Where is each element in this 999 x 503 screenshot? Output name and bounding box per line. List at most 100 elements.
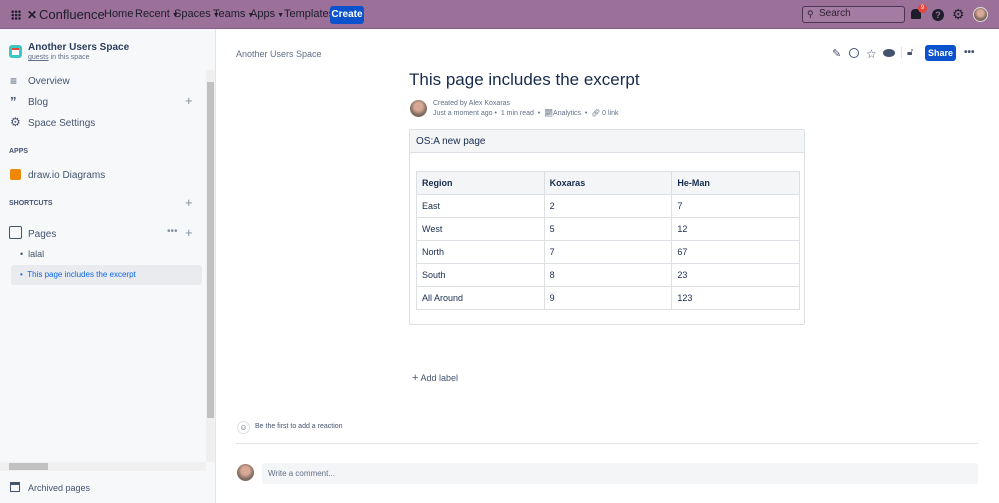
more-actions-icon[interactable]: ••• <box>167 226 178 237</box>
sidebar-item-pages[interactable]: Pages <box>28 229 56 240</box>
restrictions-lock-icon[interactable]: 🔓︎ <box>907 47 919 59</box>
vertical-scrollbar-thumb[interactable] <box>207 82 214 418</box>
page-tree-label: This page includes the excerpt <box>27 270 136 279</box>
sidebar-item-archived-pages[interactable]: Archived pages <box>28 483 90 493</box>
watch-eye-icon[interactable] <box>883 49 895 57</box>
share-button[interactable]: Share <box>925 45 956 61</box>
table-cell: South <box>416 263 545 287</box>
drawio-icon <box>10 169 21 180</box>
table-row: All Around 9 123 <box>416 286 800 310</box>
add-blog-icon[interactable]: + <box>185 93 193 108</box>
add-page-icon[interactable]: + <box>185 225 193 240</box>
table-row: North 7 67 <box>416 240 800 264</box>
add-label-text: Add label <box>420 373 458 383</box>
page-metadata: Just a moment ago • 1 min read • 📈︎Analy… <box>433 110 619 117</box>
overview-icon: ≡ <box>10 74 18 88</box>
nav-label: Templates <box>284 8 335 20</box>
comment-input[interactable]: Write a comment... <box>262 463 978 484</box>
page-tree-item[interactable]: • lalal <box>20 249 44 259</box>
analytics-icon: 📈︎ <box>544 110 554 117</box>
table-cell: 9 <box>543 286 673 310</box>
pages-icon <box>9 226 22 239</box>
table-cell: 7 <box>543 240 673 264</box>
comment-icon[interactable] <box>849 48 859 58</box>
table-cell: All Around <box>416 286 545 310</box>
links-count[interactable]: 0 link <box>602 110 618 117</box>
nav-label: Apps <box>250 8 276 20</box>
data-table: Region Koxaras He-Man East 2 7 West 5 12 North… <box>416 171 800 310</box>
nav-label: Home <box>104 8 134 20</box>
apps-heading: APPS <box>9 148 29 155</box>
author-avatar[interactable] <box>410 100 427 117</box>
space-sidebar: Another Users Space guests in this space… <box>0 29 216 503</box>
table-header-row: Region Koxaras He-Man <box>416 171 800 195</box>
nav-teams[interactable]: Teams ▼ <box>213 0 254 29</box>
add-shortcut-icon[interactable]: + <box>185 195 193 210</box>
add-label-button[interactable]: + Add label <box>412 372 458 384</box>
table-cell: 67 <box>671 240 800 264</box>
table-cell: 5 <box>543 217 673 241</box>
space-name[interactable]: Another Users Space <box>28 42 129 53</box>
nav-label: Teams <box>213 8 246 20</box>
help-icon[interactable]: ? <box>932 9 944 21</box>
table-cell: North <box>416 240 545 264</box>
table-cell: 123 <box>671 286 800 310</box>
app-switcher-icon[interactable] <box>11 10 21 20</box>
table-cell: 2 <box>543 194 673 218</box>
top-navigation-bar: ✕ Confluence Home Recent ▼ Spaces ▼ Teams ▼… <box>0 0 999 29</box>
create-button[interactable]: Create <box>330 6 364 24</box>
more-options-icon[interactable]: ••• <box>964 47 975 58</box>
page-title: This page includes the excerpt <box>409 70 640 89</box>
divider <box>236 443 978 444</box>
nav-label: Spaces <box>174 8 211 20</box>
chevron-down-icon: ▼ <box>277 12 285 19</box>
search-input[interactable]: ⚲ Search <box>802 6 905 23</box>
guests-link[interactable]: guests <box>28 54 49 61</box>
column-header: Koxaras <box>543 171 673 195</box>
table-cell: 12 <box>671 217 800 241</box>
sidebar-item-blog[interactable]: Blog <box>28 97 48 108</box>
reaction-prompt: Be the first to add a reaction <box>255 423 343 430</box>
nav-home[interactable]: Home <box>104 0 133 29</box>
archive-icon <box>10 482 20 492</box>
table-row: West 5 12 <box>416 217 800 241</box>
table-cell: 8 <box>543 263 673 287</box>
page-tree-label: lalal <box>28 249 45 259</box>
analytics-link[interactable]: Analytics <box>553 110 581 117</box>
excerpt-title: OS:A new page <box>410 130 804 153</box>
comment-placeholder: Write a comment... <box>268 469 335 478</box>
star-icon[interactable]: ☆ <box>866 47 878 61</box>
table-cell: 23 <box>671 263 800 287</box>
blog-quote-icon: ” <box>10 94 17 109</box>
sidebar-item-space-settings[interactable]: Space Settings <box>28 118 95 129</box>
breadcrumb[interactable]: Another Users Space <box>236 49 322 59</box>
nav-recent[interactable]: Recent ▼ <box>135 0 179 29</box>
sidebar-item-overview[interactable]: Overview <box>28 76 70 87</box>
commenter-avatar <box>237 464 254 481</box>
edit-pencil-icon[interactable]: ✎ <box>832 47 844 60</box>
plus-icon: + <box>412 372 419 384</box>
space-avatar-icon[interactable] <box>9 45 22 58</box>
nav-templates[interactable]: Templates <box>284 0 334 29</box>
settings-icon[interactable]: ⚙ <box>952 6 965 23</box>
page-tree-item-selected[interactable]: • This page includes the excerpt <box>11 265 202 285</box>
confluence-logo-icon[interactable]: ✕ <box>27 8 37 22</box>
table-row: East 2 7 <box>416 194 800 218</box>
sidebar-item-drawio[interactable]: draw.io Diagrams <box>28 170 105 181</box>
nav-apps[interactable]: Apps ▼ <box>250 0 284 29</box>
guests-suffix: in this space <box>48 54 90 61</box>
search-icon: ⚲ <box>807 9 814 19</box>
search-placeholder: Search <box>819 8 851 19</box>
product-name[interactable]: Confluence <box>39 0 105 29</box>
shortcuts-heading: SHORTCUTS <box>9 200 53 207</box>
created-by: Created by Alex Koxaras <box>433 100 511 107</box>
nav-label: Recent <box>135 8 170 20</box>
horizontal-scrollbar-thumb[interactable] <box>9 463 48 470</box>
column-header: He-Man <box>671 171 800 195</box>
user-avatar[interactable] <box>973 7 988 22</box>
table-cell: East <box>416 194 545 218</box>
excerpt-panel: OS:A new page Region Koxaras He-Man East… <box>409 129 805 325</box>
timestamp: Just a moment ago <box>433 110 493 117</box>
add-reaction-icon[interactable]: ☺ <box>237 421 250 434</box>
read-time: 1 min read <box>500 110 534 117</box>
